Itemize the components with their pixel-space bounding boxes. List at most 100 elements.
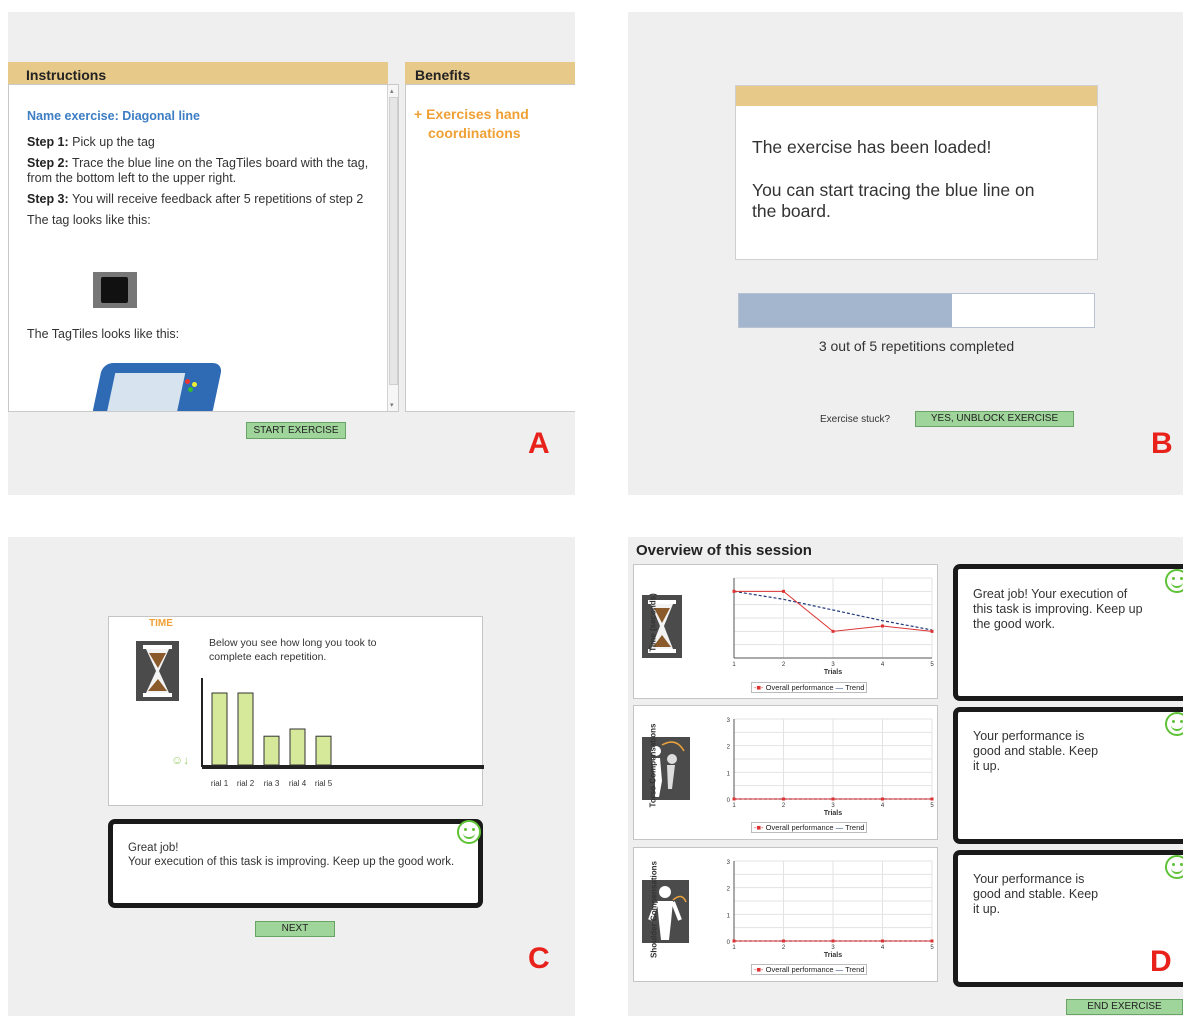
loaded-message: The exercise has been loaded! bbox=[752, 137, 992, 157]
x-tick-label: 1 bbox=[732, 803, 736, 809]
time-bar-label: rial 4 bbox=[289, 779, 307, 788]
tag-caption: The tag looks like this: bbox=[27, 213, 151, 227]
y-tick-label: 0 bbox=[727, 798, 731, 804]
smiley-icon bbox=[1165, 569, 1183, 593]
step-2: Step 2: Trace the blue line on the TagTi… bbox=[27, 156, 369, 185]
time-chart-box: TIME Below you see how long you took to … bbox=[108, 616, 484, 806]
time-bar-label: ria 3 bbox=[264, 779, 280, 788]
x-tick-label: 3 bbox=[831, 803, 835, 809]
performance-point bbox=[782, 797, 785, 801]
instructions-box[interactable]: Name exercise: Diagonal line Step 1: Pic… bbox=[8, 84, 399, 412]
shoulder-feedback-box: Your performance is good and stable. Kee… bbox=[953, 850, 1183, 987]
performance-point bbox=[732, 939, 736, 943]
overview-title: Overview of this session bbox=[636, 542, 812, 559]
loaded-dialog: The exercise has been loaded! You can st… bbox=[735, 85, 1098, 260]
scroll-up-arrow-icon[interactable]: ▴ bbox=[390, 87, 394, 95]
performance-point bbox=[930, 629, 934, 633]
panel-label-d: D bbox=[1150, 945, 1172, 978]
time-label: TIME bbox=[149, 618, 173, 629]
x-tick-label: 2 bbox=[782, 945, 786, 951]
shoulder-graph-panel: Shoulder Compensations 0 1 2 3 1 2 3 4 5 Trials -… bbox=[633, 847, 938, 982]
time-bar bbox=[263, 735, 280, 766]
progress-bar-fill bbox=[739, 294, 952, 327]
x-axis-label: Trials bbox=[824, 669, 842, 675]
step-1: Step 1: Pick up the tag bbox=[27, 135, 155, 149]
panel-d: Overview of this session Time (seconds) … bbox=[628, 537, 1183, 1016]
performance-point bbox=[881, 624, 884, 628]
x-tick-label: 4 bbox=[881, 662, 885, 668]
performance-point bbox=[881, 797, 884, 801]
time-bar-label: rial 1 bbox=[211, 779, 229, 788]
performance-point bbox=[732, 589, 736, 593]
time-bar-label: rial 2 bbox=[237, 779, 255, 788]
y-tick-label: 2 bbox=[727, 887, 731, 893]
hourglass-icon bbox=[136, 641, 179, 701]
x-tick-label: 1 bbox=[732, 945, 736, 951]
performance-point bbox=[831, 629, 835, 633]
scroll-down-arrow-icon[interactable]: ▾ bbox=[390, 401, 394, 409]
tagtiles-image bbox=[91, 357, 227, 411]
time-line-chart: 1 2 3 4 5 Trials bbox=[732, 577, 934, 675]
performance-point bbox=[782, 939, 785, 943]
x-tick-label: 4 bbox=[881, 803, 885, 809]
step-3: Step 3: You will receive feedback after … bbox=[27, 192, 364, 206]
benefits-box: + Exercises hand coordinations bbox=[405, 84, 575, 412]
smiley-small-icon: ☺↓ bbox=[171, 753, 190, 767]
chart-legend: -■- Overall performance — Trend bbox=[751, 682, 868, 693]
time-ylabel: Time (seconds) bbox=[648, 593, 658, 652]
benefits-header: Benefits bbox=[405, 62, 575, 84]
panel-a: Instructions Benefits Name exercise: Dia… bbox=[8, 12, 575, 495]
time-feedback-text: Great job! Your execution of this task i… bbox=[973, 587, 1143, 631]
scroll-thumb[interactable] bbox=[389, 97, 398, 385]
performance-point bbox=[930, 939, 934, 943]
time-bar-label: rial 5 bbox=[315, 779, 333, 788]
torso-graph-panel: Torso Compensations 0 1 2 3 1 2 3 4 5 Trials -■- … bbox=[633, 705, 938, 840]
unblock-exercise-button[interactable]: YES, UNBLOCK EXERCISE bbox=[915, 411, 1074, 427]
x-tick-label: 2 bbox=[782, 662, 786, 668]
tagtiles-caption: The TagTiles looks like this: bbox=[27, 327, 180, 341]
smiley-icon bbox=[1165, 855, 1183, 879]
panel-label-c: C bbox=[528, 942, 550, 975]
progress-text: 3 out of 5 repetitions completed bbox=[818, 338, 1015, 354]
panel-b: The exercise has been loaded! You can st… bbox=[628, 12, 1183, 495]
smiley-icon bbox=[1165, 712, 1183, 736]
x-tick-label: 1 bbox=[732, 662, 736, 668]
y-tick-label: 2 bbox=[727, 745, 731, 751]
performance-point bbox=[930, 797, 934, 801]
benefits-item: + Exercises hand coordinations bbox=[414, 106, 529, 141]
next-button[interactable]: NEXT bbox=[255, 921, 335, 937]
smiley-icon bbox=[457, 820, 481, 844]
performance-point bbox=[831, 939, 835, 943]
x-tick-label: 5 bbox=[930, 803, 934, 809]
x-tick-label: 4 bbox=[881, 945, 885, 951]
time-bar bbox=[289, 728, 306, 766]
x-tick-label: 3 bbox=[831, 662, 835, 668]
feedback-line-1: Great job! bbox=[128, 842, 179, 854]
performance-point bbox=[782, 589, 785, 593]
chart-legend: -■- Overall performance — Trend bbox=[751, 964, 868, 975]
time-bar-chart: rial 1 rial 2 ria 3 rial 4 rial 5 bbox=[201, 678, 484, 788]
instructions-scrollbar[interactable]: ▴ ▾ bbox=[387, 85, 398, 411]
y-tick-label: 3 bbox=[727, 718, 731, 724]
torso-feedback-text: Your performance is good and stable. Kee… bbox=[973, 729, 1099, 773]
time-bar bbox=[237, 692, 254, 766]
shoulder-line-chart: 01231 2 3 4 5Trials bbox=[727, 860, 935, 958]
x-axis-label: Trials bbox=[824, 810, 842, 816]
exercise-name: Name exercise: Diagonal line bbox=[27, 109, 200, 123]
y-tick-label: 0 bbox=[727, 940, 731, 946]
tag-image bbox=[93, 272, 137, 308]
torso-ylabel: Torso Compensations bbox=[648, 723, 658, 808]
shoulder-feedback-text: Your performance is good and stable. Kee… bbox=[973, 872, 1099, 916]
time-graph-panel: Time (seconds) 1 2 3 4 5 Trials -■- Overall p… bbox=[633, 564, 938, 699]
y-tick-label: 3 bbox=[727, 860, 731, 866]
x-tick-label: 5 bbox=[930, 945, 934, 951]
y-tick-label: 1 bbox=[727, 913, 731, 919]
performance-point bbox=[732, 797, 736, 801]
time-bar bbox=[211, 692, 228, 766]
dialog-header-bar bbox=[736, 86, 1097, 106]
stuck-label: Exercise stuck? bbox=[820, 414, 891, 425]
x-tick-label: 5 bbox=[930, 662, 934, 668]
trace-message: You can start tracing the blue line on t… bbox=[752, 180, 1035, 221]
start-exercise-button[interactable]: START EXERCISE bbox=[246, 422, 346, 439]
end-exercise-button[interactable]: END EXERCISE bbox=[1066, 999, 1183, 1015]
